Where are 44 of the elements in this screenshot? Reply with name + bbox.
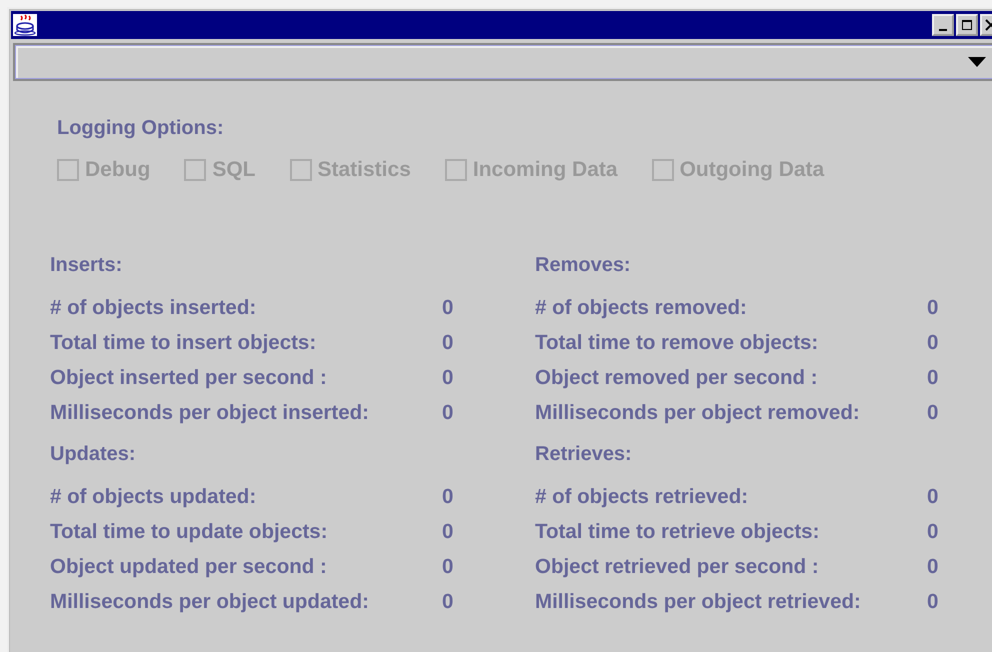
stat-label: # of objects inserted: — [50, 296, 258, 320]
stat-label: Milliseconds per object retrieved: — [535, 590, 862, 614]
stat-value: 0 — [927, 296, 938, 320]
stat-value: 0 — [442, 555, 454, 579]
stat-label: Object inserted per second : — [50, 366, 328, 390]
stat-label: Total time to update objects: — [50, 520, 329, 544]
stat-value: 0 — [442, 590, 454, 614]
section-title: Inserts: — [50, 254, 124, 278]
stat-label: Object updated per second : — [50, 555, 328, 579]
minimize-button[interactable] — [932, 14, 954, 36]
section-title: Removes: — [535, 254, 632, 278]
stat-value: 0 — [927, 485, 938, 509]
stat-label: Total time to insert objects: — [50, 331, 318, 355]
maximize-button[interactable] — [956, 14, 978, 36]
section-title: Updates: — [50, 443, 137, 467]
section-title: Retrieves: — [535, 443, 633, 467]
stat-label: Total time to retrieve objects: — [535, 520, 820, 544]
stat-label: # of objects updated: — [50, 485, 258, 509]
stat-label: Milliseconds per object updated: — [50, 590, 370, 614]
stat-label: # of objects retrieved: — [535, 485, 750, 509]
stat-value: 0 — [927, 331, 938, 355]
stat-value: 0 — [927, 520, 938, 544]
stat-value: 0 — [927, 555, 938, 579]
caret-icon — [968, 57, 986, 67]
minimize-icon — [939, 28, 947, 30]
stat-value: 0 — [442, 296, 454, 320]
stat-value: 0 — [442, 485, 454, 509]
logging-options-label: Logging Options: — [57, 117, 225, 140]
stat-label: Milliseconds per object removed: — [535, 401, 861, 425]
stat-label: # of objects removed: — [535, 296, 748, 320]
stat-value: 0 — [442, 366, 454, 390]
stat-value: 0 — [927, 401, 938, 425]
stat-value: 0 — [927, 590, 938, 614]
stat-value: 0 — [442, 401, 454, 425]
dropdown-field[interactable] — [13, 43, 992, 81]
stat-label: Object removed per second : — [535, 366, 819, 390]
coffee-cup-icon — [13, 14, 37, 36]
stat-value: 0 — [442, 331, 454, 355]
stat-label: Total time to remove objects: — [535, 331, 820, 355]
stat-label: Milliseconds per object inserted: — [50, 401, 370, 425]
maximize-icon — [960, 18, 974, 32]
stat-value: 0 — [442, 520, 454, 544]
stat-value: 0 — [927, 366, 938, 390]
stat-label: Object retrieved per second : — [535, 555, 820, 579]
